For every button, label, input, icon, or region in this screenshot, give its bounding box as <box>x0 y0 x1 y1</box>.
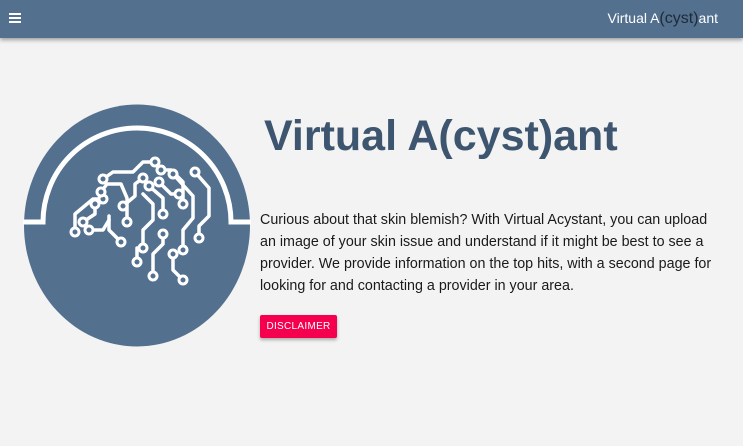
top-navbar: Virtual A(cyst)ant <box>0 0 743 38</box>
brand-suffix: ant <box>698 10 718 26</box>
brand-prefix: Virtual A <box>607 10 660 26</box>
navbar-brand[interactable]: Virtual A(cyst)ant <box>608 9 718 28</box>
hamburger-menu-icon[interactable] <box>9 11 23 27</box>
intro-description: Curious about that skin blemish? With Vi… <box>260 212 712 294</box>
brand-middle: (cyst) <box>659 10 699 27</box>
disclaimer-button[interactable]: DISCLAIMER <box>260 315 337 338</box>
brain-circuit-icon <box>23 104 251 347</box>
page-title: Virtual A(cyst)ant <box>264 112 618 160</box>
